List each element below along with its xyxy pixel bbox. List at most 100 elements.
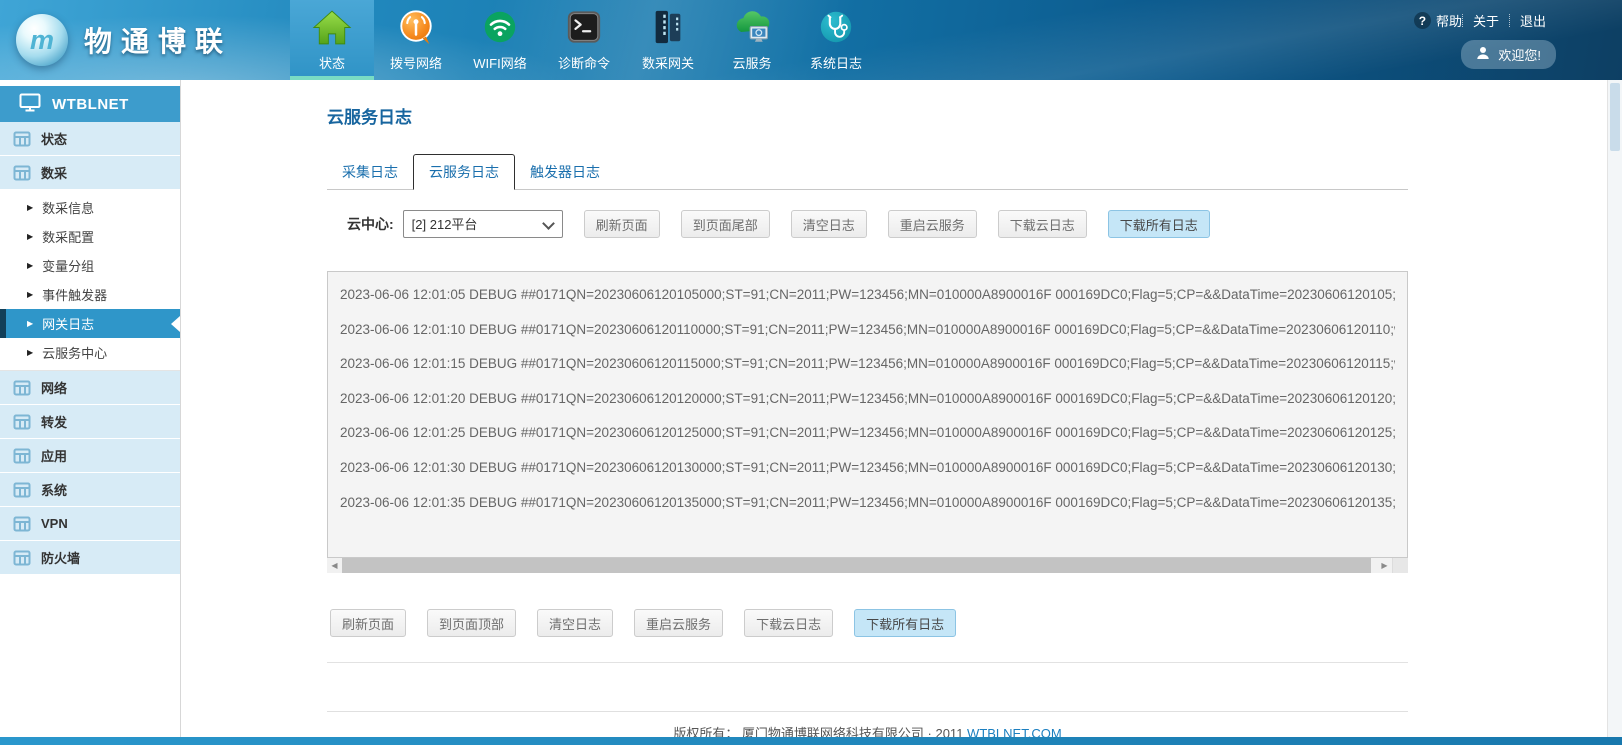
top-nav: 状态 拨号网络 [290,0,878,80]
wtblnet-link[interactable]: WTBLNET.COM [967,726,1062,737]
log-line: 2023-06-06 12:01:25 DEBUG ##0171QN=20230… [340,416,1395,451]
arrow-right-icon: ▶ [27,262,33,270]
sidebar-item-gateway-log[interactable]: ▶ 网关日志 [0,309,180,338]
nav-label: 拨号网络 [390,53,442,72]
sidebar-item-label: 事件触发器 [42,285,107,304]
cloud-service-icon [732,6,772,48]
scrollbar-thumb[interactable] [1610,83,1620,151]
user-icon [1476,46,1490,63]
scroll-right-icon[interactable]: ▶ [1377,558,1392,573]
table-icon [13,549,31,567]
app-header: m 物通博联 状态 [0,0,1622,80]
sidebar-item-cloud-center[interactable]: ▶ 云服务中心 [0,338,180,367]
scrollbar-thumb[interactable] [342,558,1371,573]
nav-item-dial-network[interactable]: 拨号网络 [374,0,458,80]
table-icon [13,130,31,148]
download-cloud-log-button-bottom[interactable]: 下载云日志 [744,609,833,637]
sidebar-item-label: 云服务中心 [42,343,107,362]
sidebar: WTBLNET 状态 数采 ▶ 数采信息 ▶ 数采配置 ▶ 变量分组 [0,80,181,737]
arrow-right-icon: ▶ [27,320,33,328]
nav-item-wifi-network[interactable]: WIFI网络 [458,0,542,80]
sidebar-item-label: 数采信息 [42,198,94,217]
restart-cloud-service-button[interactable]: 重启云服务 [888,210,977,238]
table-icon [13,515,31,533]
sidebar-item-vpn[interactable]: VPN [0,507,180,541]
sidebar-item-label: 系统 [41,480,67,499]
sidebar-item-label: 应用 [41,446,67,465]
nav-label: 诊断命令 [558,53,610,72]
nav-item-system-log[interactable]: 系统日志 [794,0,878,80]
sidebar-item-data-config[interactable]: ▶ 数采配置 [0,222,180,251]
sidebar-item-label: 转发 [41,412,67,431]
arrow-right-icon: ▶ [27,233,33,241]
tab-cloud-service-log[interactable]: 云服务日志 [413,154,515,190]
sidebar-item-application[interactable]: 应用 [0,439,180,473]
sidebar-item-network[interactable]: 网络 [0,371,180,405]
nav-item-diagnostic-command[interactable]: 诊断命令 [542,0,626,80]
nav-label: 数采网关 [642,53,694,72]
nav-item-data-gateway[interactable]: 数采网关 [626,0,710,80]
table-icon [13,447,31,465]
sidebar-item-firewall[interactable]: 防火墙 [0,541,180,575]
bottom-toolbar: 刷新页面 到页面顶部 清空日志 重启云服务 下载云日志 下载所有日志 [327,609,1408,637]
sidebar-item-label: 网络 [41,378,67,397]
nav-item-cloud-service[interactable]: 云服务 [710,0,794,80]
cloud-center-label: 云中心: [327,214,394,234]
home-icon [312,6,352,48]
go-to-page-top-button[interactable]: 到页面顶部 [427,609,516,637]
log-horizontal-scrollbar[interactable]: ◀ ▶ [327,558,1408,573]
log-viewer[interactable]: 2023-06-06 12:01:05 DEBUG ##0171QN=20230… [327,271,1408,558]
sidebar-item-variable-group[interactable]: ▶ 变量分组 [0,251,180,280]
go-to-page-bottom-button[interactable]: 到页面尾部 [681,210,770,238]
divider [327,662,1408,663]
log-line: 2023-06-06 12:01:10 DEBUG ##0171QN=20230… [340,313,1395,348]
log-line: 2023-06-06 12:01:05 DEBUG ##0171QN=20230… [340,278,1395,313]
scrollbar-corner [1392,558,1408,573]
logout-link[interactable]: 退出 [1510,11,1556,30]
clear-log-button-bottom[interactable]: 清空日志 [537,609,613,637]
scroll-left-icon[interactable]: ◀ [327,558,342,573]
arrow-right-icon: ▶ [27,204,33,212]
download-all-logs-button[interactable]: 下载所有日志 [1108,210,1210,238]
nav-label: WIFI网络 [473,53,526,72]
sidebar-item-label: 数采配置 [42,227,94,246]
log-line: 2023-06-06 12:01:30 DEBUG ##0171QN=20230… [340,451,1395,486]
log-line: 2023-06-06 12:01:20 DEBUG ##0171QN=20230… [340,382,1395,417]
page-vertical-scrollbar[interactable] [1607,80,1622,737]
clear-log-button[interactable]: 清空日志 [791,210,867,238]
cloud-center-select[interactable]: [2] 212平台 [403,210,563,238]
log-tabs: 采集日志 云服务日志 触发器日志 [327,158,1408,190]
sidebar-item-data-info[interactable]: ▶ 数采信息 [0,193,180,222]
sidebar-item-event-trigger[interactable]: ▶ 事件触发器 [0,280,180,309]
download-cloud-log-button[interactable]: 下载云日志 [998,210,1087,238]
sidebar-item-data-collection[interactable]: 数采 [0,156,180,190]
sidebar-item-label: VPN [41,516,68,531]
header-links: ? 帮助 关于 退出 [1414,11,1556,30]
table-icon [13,379,31,397]
sidebar-item-status[interactable]: 状态 [0,122,180,156]
sidebar-item-forwarding[interactable]: 转发 [0,405,180,439]
brand-sphere-icon: m [16,14,68,66]
refresh-page-button-bottom[interactable]: 刷新页面 [330,609,406,637]
refresh-page-button[interactable]: 刷新页面 [584,210,660,238]
welcome-label: 欢迎您! [1498,45,1541,64]
nav-label: 云服务 [732,53,771,72]
arrow-right-icon: ▶ [27,349,33,357]
wifi-icon [481,6,519,48]
main-area: 云服务日志 采集日志 云服务日志 触发器日志 云中心: [2] 212平台 刷新… [182,80,1607,737]
device-name: WTBLNET [52,96,129,113]
tab-collection-log[interactable]: 采集日志 [327,155,413,189]
gateway-icon [649,6,687,48]
help-link[interactable]: ? 帮助 [1414,11,1462,30]
restart-cloud-service-button-bottom[interactable]: 重启云服务 [634,609,723,637]
terminal-icon [565,6,603,48]
help-label: 帮助 [1436,11,1462,30]
about-link[interactable]: 关于 [1463,11,1509,30]
sidebar-item-label: 数采 [41,163,67,182]
sidebar-item-system[interactable]: 系统 [0,473,180,507]
log-line: 2023-06-06 12:01:35 DEBUG ##0171QN=20230… [340,486,1395,521]
tab-trigger-log[interactable]: 触发器日志 [515,155,615,189]
download-all-logs-button-bottom[interactable]: 下载所有日志 [854,609,956,637]
welcome-button[interactable]: 欢迎您! [1461,40,1556,69]
nav-item-status[interactable]: 状态 [290,0,374,80]
